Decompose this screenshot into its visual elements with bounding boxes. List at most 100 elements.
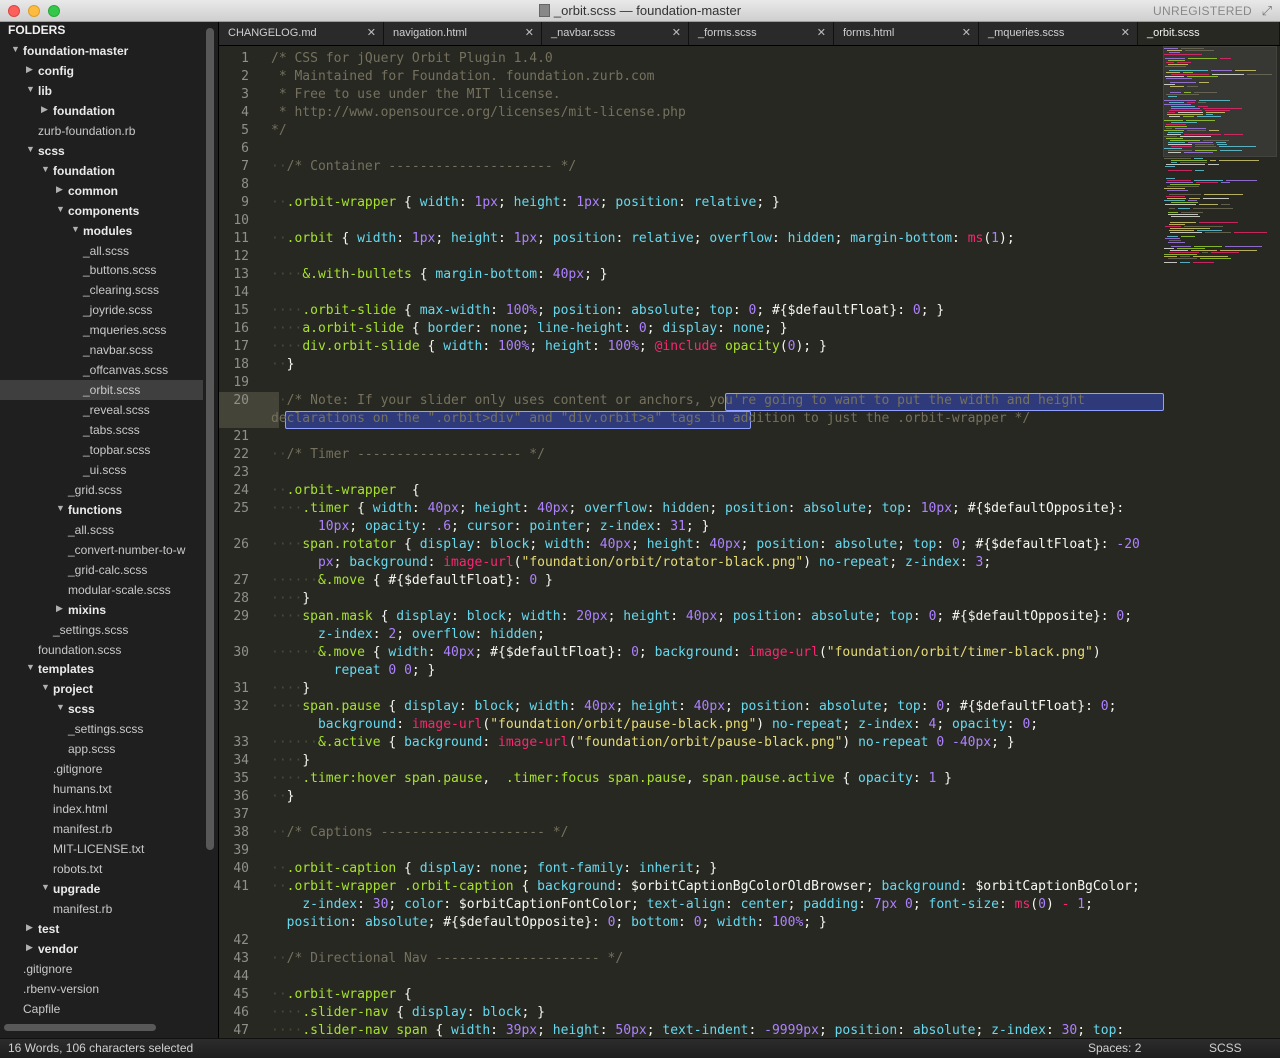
sidebar-file[interactable]: manifest.rb [0,899,203,919]
disclosure-closed-icon[interactable]: ▶ [41,104,48,115]
sidebar-folder[interactable]: ▼ project [0,679,203,699]
disclosure-open-icon[interactable]: ▼ [41,164,50,174]
code-token: 0 [912,303,921,318]
sidebar-folder[interactable]: ▼ scss [0,699,203,719]
sidebar-folder[interactable]: ▶ test [0,919,203,939]
sidebar-file[interactable]: zurb-foundation.rb [0,121,203,141]
sidebar-file[interactable]: _offcanvas.scss [0,360,203,380]
tab-forms-scss[interactable]: _forms.scss ✕ [689,22,834,45]
sidebar-folder[interactable]: ▶ mixins [0,600,203,620]
code-token: } [302,681,311,696]
disclosure-open-icon[interactable]: ▼ [11,44,20,54]
sidebar-file[interactable]: _reveal.scss [0,400,203,420]
sidebar-folder[interactable]: ▼ foundation-master [0,41,203,61]
tab-orbit-scss[interactable]: _orbit.scss [1138,22,1280,45]
sidebar-file[interactable]: Capfile [0,999,203,1019]
tab-close-icon[interactable]: ✕ [817,26,826,39]
tab-navigation-html[interactable]: navigation.html ✕ [384,22,542,45]
disclosure-open-icon[interactable]: ▼ [56,204,65,214]
sidebar-file[interactable]: .gitignore [0,959,203,979]
code-token: ; [537,1023,553,1038]
sidebar-horizontal-scrollbar[interactable] [4,1024,156,1031]
code-token: : [920,699,937,714]
tab-close-icon[interactable]: ✕ [1121,26,1130,39]
code-token: { [372,609,397,624]
tab-close-icon[interactable]: ✕ [525,26,534,39]
sidebar-file[interactable]: _ui.scss [0,460,203,480]
sidebar-file[interactable]: manifest.rb [0,819,203,839]
sidebar-file[interactable]: _grid-calc.scss [0,560,203,580]
sidebar-file[interactable]: _buttons.scss [0,260,203,280]
sidebar-folder[interactable]: ▼ components [0,201,203,221]
sidebar-file[interactable]: modular-scale.scss [0,580,203,600]
indentation-status[interactable]: Spaces: 2 [1088,1041,1141,1055]
disclosure-open-icon[interactable]: ▼ [71,224,80,234]
disclosure-open-icon[interactable]: ▼ [26,144,35,154]
sidebar-folder[interactable]: ▶ config [0,61,203,81]
tab-changelog-md[interactable]: CHANGELOG.md ✕ [219,22,384,45]
sidebar-file[interactable]: _all.scss [0,241,203,261]
disclosure-open-icon[interactable]: ▼ [56,702,65,712]
title-bar: _orbit.scss — foundation-master UNREGIST… [0,0,1280,22]
sidebar-vertical-scrollbar[interactable] [206,28,214,850]
sidebar-file[interactable]: robots.txt [0,859,203,879]
minimap[interactable] [1162,46,1280,1038]
sidebar-file[interactable]: _all.scss [0,520,203,540]
disclosure-open-icon[interactable]: ▼ [26,84,35,94]
disclosure-open-icon[interactable]: ▼ [41,882,50,892]
sidebar-item-label: _mqueries.scss [83,323,167,337]
sidebar-file[interactable]: _grid.scss [0,480,203,500]
code-token: div.orbit-slide [302,339,420,354]
code-token: } [302,753,311,768]
sidebar-file[interactable]: _clearing.scss [0,280,203,300]
syntax-status[interactable]: SCSS [1209,1041,1242,1055]
sidebar-folder[interactable]: ▼ scss [0,141,203,161]
disclosure-open-icon[interactable]: ▼ [56,503,65,513]
tab-close-icon[interactable]: ✕ [962,26,971,39]
sidebar-file[interactable]: .rbenv-version [0,979,203,999]
sidebar-file[interactable]: foundation.scss [0,640,203,660]
code-area[interactable]: /* CSS for jQuery Orbit Plugin 1.4.0 * M… [271,46,1164,1038]
disclosure-closed-icon[interactable]: ▶ [26,922,33,933]
sidebar-folder[interactable]: ▼ foundation [0,161,203,181]
sidebar-folder[interactable]: ▶ foundation [0,101,203,121]
sidebar-file[interactable]: _joyride.scss [0,300,203,320]
sidebar-file[interactable]: humans.txt [0,779,203,799]
disclosure-closed-icon[interactable]: ▶ [26,942,33,953]
disclosure-open-icon[interactable]: ▼ [26,662,35,672]
sidebar-folder[interactable]: ▶ common [0,181,203,201]
sidebar-file[interactable]: _orbit.scss [0,380,203,400]
sidebar-folder[interactable]: ▼ templates [0,659,203,679]
minimap-code-line [1166,62,1174,63]
sidebar-folder[interactable]: ▼ modules [0,221,203,241]
tab-forms-html[interactable]: forms.html ✕ [834,22,979,45]
sidebar-folder[interactable]: ▶ vendor [0,939,203,959]
sidebar-file[interactable]: .gitignore [0,759,203,779]
disclosure-closed-icon[interactable]: ▶ [26,64,33,75]
sidebar-file[interactable]: MIT-LICENSE.txt [0,839,203,859]
sidebar-file[interactable]: index.html [0,799,203,819]
code-token: 0 [638,321,647,336]
sidebar-file[interactable]: _settings.scss [0,719,203,739]
disclosure-closed-icon[interactable]: ▶ [56,184,63,195]
sidebar-folder[interactable]: ▼ upgrade [0,879,203,899]
sidebar-file[interactable]: app.scss [0,739,203,759]
sidebar-file[interactable]: _convert-number-to-w [0,540,203,560]
disclosure-open-icon[interactable]: ▼ [41,682,50,692]
minimap-code-line [1197,116,1221,117]
sidebar-file[interactable]: _navbar.scss [0,340,203,360]
tab-close-icon[interactable]: ✕ [672,26,681,39]
disclosure-closed-icon[interactable]: ▶ [56,603,63,614]
minimap-code-line [1195,170,1204,171]
sidebar-file[interactable]: _tabs.scss [0,420,203,440]
tab-close-icon[interactable]: ✕ [367,26,376,39]
sidebar-folder[interactable]: ▼ functions [0,500,203,520]
tab-navbar-scss[interactable]: _navbar.scss ✕ [542,22,689,45]
tab-mqueries-scss[interactable]: _mqueries.scss ✕ [979,22,1138,45]
sidebar-folder[interactable]: ▼ lib [0,81,203,101]
sidebar-file[interactable]: _topbar.scss [0,440,203,460]
sidebar-file[interactable]: _mqueries.scss [0,320,203,340]
fullscreen-icon[interactable]: ⤢ [1262,3,1272,19]
sidebar-file[interactable]: _settings.scss [0,620,203,640]
code-editor[interactable]: 1 2 3 4 5 6 7 8 9 10 11 12 13 14 15 16 17 18 19 20 21 22 23 24 2… [219,46,1280,1038]
